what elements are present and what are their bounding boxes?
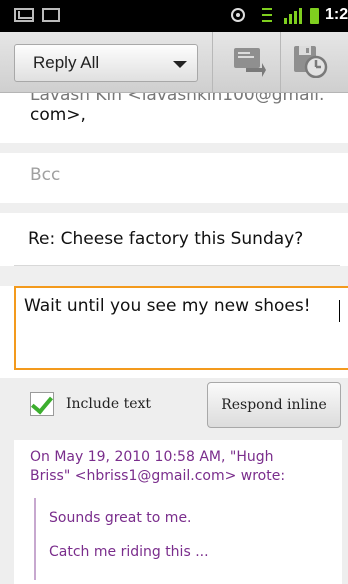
reply-mode-dropdown[interactable]: Reply All — [14, 44, 198, 82]
signal-strength-icon — [284, 8, 304, 24]
text-cursor — [339, 300, 340, 322]
separator — [0, 143, 348, 153]
subject-field-box: Re: Cheese factory this Sunday? — [14, 213, 340, 266]
respond-inline-button[interactable]: Respond inline — [207, 382, 341, 428]
separator — [0, 203, 348, 213]
quoted-message: On May 19, 2010 10:58 AM, "Hugh Briss" <… — [14, 440, 342, 584]
quote-attribution: On May 19, 2010 10:58 AM, "Hugh Briss" <… — [30, 448, 330, 486]
quoted-line: Sounds great to me. — [49, 510, 192, 526]
include-text-label: Include text — [66, 396, 152, 412]
subject-field[interactable]: Re: Cheese factory this Sunday? — [0, 213, 348, 266]
save-draft-icon[interactable] — [292, 44, 328, 78]
divider — [280, 32, 281, 92]
quote-attribution-line: Briss" <hbriss1@gmail.com> wrote: — [30, 468, 286, 484]
quoted-text-section: Include text Respond inline On May 19, 2… — [0, 378, 348, 584]
quoted-line: Catch me riding this ... — [49, 544, 209, 560]
screenshot-notification-icon — [42, 8, 60, 22]
include-text-checkbox[interactable] — [30, 391, 54, 416]
subject-text: Re: Cheese factory this Sunday? — [28, 229, 304, 249]
checkmark-icon — [30, 391, 54, 415]
quote-bar — [34, 498, 36, 580]
send-icon[interactable] — [232, 44, 266, 78]
battery-icon — [310, 8, 319, 24]
divider — [212, 32, 213, 92]
reply-mode-label: Reply All — [33, 53, 100, 72]
bcc-field[interactable]: Bcc — [0, 153, 348, 204]
quote-attribution-line: On May 19, 2010 10:58 AM, "Hugh — [30, 449, 274, 465]
gps-icon — [231, 8, 245, 22]
separator — [0, 266, 348, 286]
status-bar: 1:23 — [0, 0, 348, 32]
respond-inline-label: Respond inline — [221, 397, 327, 413]
bcc-placeholder: Bcc — [30, 165, 61, 185]
chevron-down-icon — [173, 61, 187, 68]
message-body-input[interactable]: Wait until you see my new shoes! — [14, 286, 348, 370]
to-recipient-cutoff: Lavash Kin <lavashkin100@gmail. — [30, 93, 325, 105]
to-field-box: Lavash Kin <lavashkin100@gmail. com>, — [14, 93, 340, 144]
message-body-text: Wait until you see my new shoes! — [24, 296, 311, 316]
compose-action-bar: Reply All — [0, 32, 348, 93]
mail-notification-icon — [14, 8, 34, 22]
bcc-field-box: Bcc — [14, 153, 340, 204]
clock: 1:23 — [325, 6, 348, 23]
data-3g-icon — [262, 6, 272, 24]
to-recipient-text: com>, — [30, 105, 86, 125]
